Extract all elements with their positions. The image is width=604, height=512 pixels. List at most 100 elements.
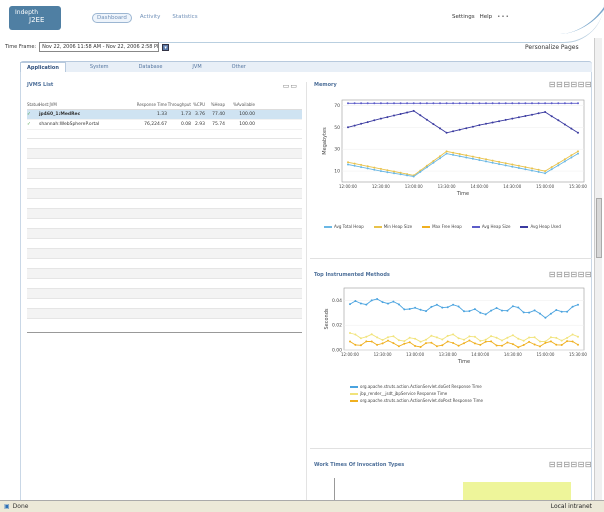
- data-point: [566, 310, 569, 313]
- data-point: [412, 102, 415, 105]
- work-times-panel: Work Times Of Invocation Types ⊟⊟⊟⊟⊟⊟: [314, 460, 592, 500]
- x-tick-label: 12:30:00: [374, 352, 392, 357]
- data-point: [537, 168, 540, 171]
- data-point: [539, 345, 541, 348]
- data-point: [550, 166, 553, 169]
- data-point: [406, 174, 409, 177]
- cell-host[interactable]: jp460_1:MedRec: [39, 112, 129, 117]
- data-point: [555, 309, 558, 311]
- x-axis-label: Time: [457, 359, 470, 365]
- col-status[interactable]: Status: [27, 102, 40, 107]
- timeframe-select[interactable]: Nov 22, 2006 11:58 AM - Nov 22, 2006 2:5…: [39, 42, 160, 52]
- data-point: [349, 340, 351, 343]
- nav-statistics[interactable]: Statistics: [168, 13, 201, 23]
- data-point: [471, 125, 474, 128]
- panel-options-icon[interactable]: ▭▭: [283, 82, 298, 90]
- data-point: [473, 342, 476, 345]
- data-point: [465, 156, 468, 159]
- y-tick-label: 30: [334, 147, 340, 153]
- col-cpu[interactable]: %CPU: [191, 102, 205, 107]
- data-point: [379, 102, 382, 105]
- data-point: [354, 300, 357, 302]
- data-point: [349, 332, 351, 334]
- cell: 76,224.67: [144, 122, 167, 127]
- data-point: [563, 158, 566, 161]
- empty-row: [27, 218, 302, 228]
- data-point: [471, 155, 474, 158]
- data-point: [425, 118, 428, 121]
- data-point: [524, 168, 527, 171]
- data-point: [544, 341, 547, 344]
- memory-panel: Memory ⊟⊟⊟⊟⊟⊟ 70 50 30 10 12:00:00 12:30:00 13…: [314, 80, 592, 229]
- col-response[interactable]: Response Time: [129, 102, 167, 107]
- data-point: [555, 336, 558, 339]
- data-point: [504, 162, 507, 165]
- data-point: [511, 165, 514, 168]
- data-point: [511, 102, 514, 105]
- data-point: [511, 163, 514, 166]
- chart-toolbar-icons[interactable]: ⊟⊟⊟⊟⊟⊟: [549, 270, 592, 279]
- nav-dashboard[interactable]: Dashboard: [92, 13, 132, 23]
- more-dots-icon[interactable]: •••: [497, 14, 510, 20]
- data-point: [495, 336, 498, 339]
- data-point: [458, 153, 461, 155]
- data-point: [566, 340, 569, 343]
- data-point: [517, 116, 520, 119]
- help-link[interactable]: Help: [480, 14, 493, 20]
- cell-host[interactable]: shannah:WebSphereP.ortal: [39, 122, 129, 127]
- cell: 0.08: [180, 122, 191, 127]
- data-point: [406, 111, 409, 114]
- data-point: [560, 339, 563, 342]
- data-point: [570, 102, 573, 105]
- data-point: [577, 150, 579, 153]
- empty-row: [27, 198, 302, 208]
- tab-jvm[interactable]: JVM: [186, 62, 207, 72]
- data-point: [458, 102, 461, 105]
- col-available[interactable]: %Available: [225, 102, 255, 107]
- chevron-down-icon[interactable]: ▾: [162, 43, 170, 51]
- data-point: [359, 302, 362, 305]
- methods-chart: 0.040.020.0012:00:00 12:30:00 13:00:00 13:3…: [324, 287, 587, 365]
- x-tick-label: 13:00:00: [406, 352, 424, 357]
- tab-application[interactable]: Application: [20, 62, 66, 72]
- data-point: [370, 299, 373, 302]
- y-tick-label: 70: [334, 103, 340, 109]
- nav-activity[interactable]: Activity: [136, 13, 165, 23]
- tab-other[interactable]: Other: [226, 62, 252, 72]
- empty-rows: [27, 138, 302, 328]
- data-point: [577, 102, 579, 105]
- cell: 2.93: [194, 122, 205, 127]
- data-point: [439, 157, 441, 160]
- scrollbar-thumb[interactable]: [596, 198, 602, 258]
- col-throughput[interactable]: Throughput: [167, 102, 191, 107]
- data-point: [550, 168, 553, 171]
- data-point: [360, 102, 363, 105]
- legend-swatch: [350, 399, 358, 402]
- data-point: [393, 170, 395, 173]
- data-point: [491, 159, 494, 162]
- data-point: [485, 122, 487, 125]
- table-row[interactable]: ✓ shannah:WebSphereP.ortal 76,224.67 0.0…: [27, 120, 302, 130]
- data-point: [425, 342, 427, 345]
- data-point: [392, 300, 395, 303]
- main-nav: Dashboard Activity Statistics: [92, 13, 202, 23]
- data-point: [504, 164, 507, 167]
- legend-item: Avg Heap Used: [520, 224, 561, 229]
- personalize-pages-link[interactable]: Personalize Pages: [525, 44, 579, 51]
- data-point: [560, 310, 563, 313]
- data-point: [490, 340, 493, 343]
- chart-toolbar-icons[interactable]: ⊟⊟⊟⊟⊟⊟: [549, 460, 592, 469]
- data-point: [425, 166, 428, 169]
- data-point: [501, 339, 503, 342]
- vertical-scrollbar[interactable]: [594, 38, 602, 500]
- tab-system[interactable]: System: [84, 62, 115, 72]
- col-heap[interactable]: %Heap: [205, 102, 225, 107]
- x-tick-label: 12:00:00: [341, 352, 359, 357]
- settings-link[interactable]: Settings: [452, 14, 475, 20]
- chart-toolbar-icons[interactable]: ⊟⊟⊟⊟⊟⊟: [549, 80, 592, 89]
- tab-database[interactable]: Database: [133, 62, 169, 72]
- table-row[interactable]: ✓ jp460_1:MedRec 1.33 1.73 3.76 77.40 10…: [27, 110, 302, 120]
- cell: 100.00: [239, 112, 255, 117]
- status-check-icon: ✓: [27, 112, 31, 117]
- col-host[interactable]: Host:JVM: [39, 102, 129, 107]
